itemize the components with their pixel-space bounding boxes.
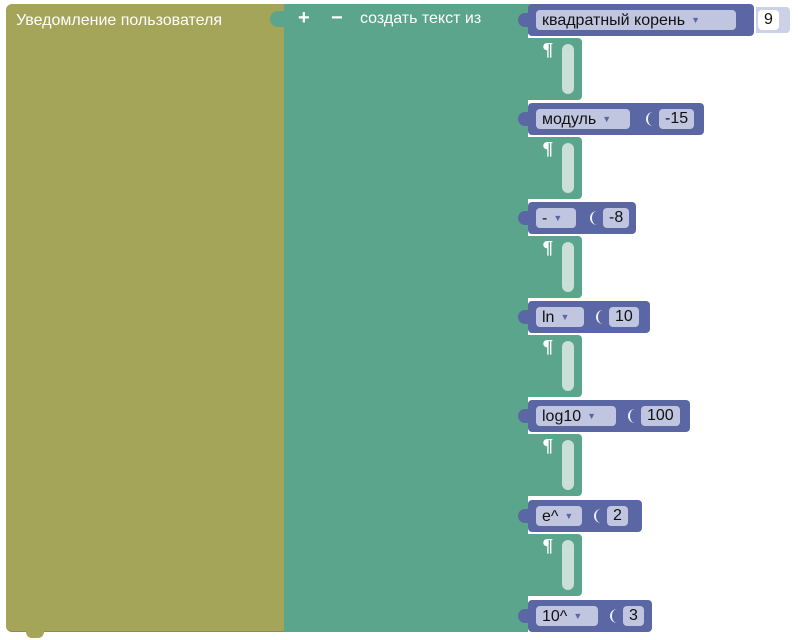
pilcrow-icon: ¶ bbox=[542, 337, 554, 358]
operator-dropdown[interactable]: e^ ▼ bbox=[536, 506, 582, 526]
number-value[interactable]: 100 bbox=[641, 406, 680, 426]
operator-label: 10^ bbox=[542, 608, 568, 625]
math-block-negate[interactable]: - ▼ -8 bbox=[518, 202, 636, 234]
number-socket: -15 bbox=[646, 106, 702, 132]
number-value[interactable]: 3 bbox=[623, 606, 644, 626]
text-block[interactable]: ¶ bbox=[518, 335, 582, 397]
block-connector bbox=[518, 540, 528, 554]
number-block[interactable]: 9 bbox=[756, 7, 790, 33]
alert-label: Уведомление пользователя bbox=[16, 12, 223, 29]
alert-input-connector bbox=[270, 11, 284, 27]
text-field[interactable] bbox=[562, 242, 574, 292]
operator-dropdown[interactable]: ln ▼ bbox=[536, 307, 584, 327]
block-connector bbox=[518, 242, 528, 256]
text-field[interactable] bbox=[562, 44, 574, 94]
alert-block[interactable]: Уведомление пользователя bbox=[6, 4, 286, 638]
block-connector bbox=[518, 409, 528, 423]
number-socket: 2 bbox=[594, 503, 640, 529]
math-block-log10[interactable]: log10 ▼ 100 bbox=[518, 400, 690, 432]
remove-input-button[interactable]: − bbox=[331, 7, 343, 29]
block-connector bbox=[518, 211, 528, 225]
join-label: создать текст из bbox=[360, 10, 482, 27]
block-connector bbox=[518, 143, 528, 157]
chevron-down-icon: ▼ bbox=[602, 114, 612, 124]
text-field[interactable] bbox=[562, 540, 574, 590]
socket-connector bbox=[594, 509, 604, 523]
pilcrow-icon: ¶ bbox=[542, 536, 554, 557]
chevron-down-icon: ▼ bbox=[553, 213, 563, 223]
math-block-pow10[interactable]: 10^ ▼ 3 bbox=[518, 600, 652, 632]
pilcrow-icon: ¶ bbox=[542, 40, 554, 61]
number-value[interactable]: 9 bbox=[758, 10, 779, 30]
math-block-ln[interactable]: ln ▼ 10 bbox=[518, 301, 650, 333]
number-socket: -8 bbox=[590, 205, 634, 231]
text-block[interactable]: ¶ bbox=[518, 38, 582, 100]
block-connector bbox=[518, 341, 528, 355]
number-value[interactable]: 2 bbox=[607, 506, 628, 526]
operator-dropdown[interactable]: модуль ▼ bbox=[536, 109, 630, 129]
number-value[interactable]: -8 bbox=[603, 208, 630, 228]
operator-dropdown[interactable]: log10 ▼ bbox=[536, 406, 616, 426]
operator-label: квадратный корень bbox=[542, 12, 686, 29]
operator-label: e^ bbox=[542, 508, 559, 525]
math-block-abs[interactable]: модуль ▼ -15 bbox=[518, 103, 704, 135]
operator-dropdown[interactable]: - ▼ bbox=[536, 208, 576, 228]
operator-dropdown[interactable]: квадратный корень ▼ bbox=[536, 10, 736, 30]
number-socket: 10 bbox=[596, 304, 648, 330]
block-connector bbox=[518, 13, 528, 27]
chevron-down-icon: ▼ bbox=[587, 411, 597, 421]
block-connector bbox=[518, 440, 528, 454]
socket-connector bbox=[628, 409, 638, 423]
operator-label: log10 bbox=[542, 408, 582, 425]
chevron-down-icon: ▼ bbox=[560, 312, 570, 322]
alert-next-connector bbox=[26, 630, 44, 638]
chevron-down-icon: ▼ bbox=[573, 611, 583, 621]
text-field[interactable] bbox=[562, 143, 574, 193]
operator-label: - bbox=[542, 210, 548, 227]
operator-label: ln bbox=[542, 309, 555, 326]
block-connector bbox=[518, 509, 528, 523]
block-connector bbox=[518, 609, 528, 623]
text-field[interactable] bbox=[562, 341, 574, 391]
block-connector bbox=[518, 112, 528, 126]
text-field[interactable] bbox=[562, 440, 574, 490]
math-block-exp[interactable]: e^ ▼ 2 bbox=[518, 500, 642, 532]
number-socket: 3 bbox=[610, 603, 650, 629]
operator-label: модуль bbox=[542, 111, 597, 128]
text-block[interactable]: ¶ bbox=[518, 434, 582, 496]
socket-connector bbox=[590, 211, 600, 225]
pilcrow-icon: ¶ bbox=[542, 238, 554, 259]
block-connector bbox=[518, 44, 528, 58]
number-value[interactable]: 10 bbox=[609, 307, 639, 327]
socket-connector bbox=[646, 112, 656, 126]
number-value[interactable]: -15 bbox=[659, 109, 695, 129]
pilcrow-icon: ¶ bbox=[542, 139, 554, 160]
add-input-button[interactable]: + bbox=[298, 7, 310, 29]
math-block-sqrt[interactable]: квадратный корень ▼ bbox=[518, 4, 754, 36]
socket-connector bbox=[596, 310, 606, 324]
text-block[interactable]: ¶ bbox=[518, 137, 582, 199]
text-block[interactable]: ¶ bbox=[518, 534, 582, 596]
number-socket: 100 bbox=[628, 403, 688, 429]
chevron-down-icon: ▼ bbox=[691, 15, 701, 25]
chevron-down-icon: ▼ bbox=[564, 511, 574, 521]
text-block[interactable]: ¶ bbox=[518, 236, 582, 298]
socket-connector bbox=[610, 609, 620, 623]
operator-dropdown[interactable]: 10^ ▼ bbox=[536, 606, 598, 626]
pilcrow-icon: ¶ bbox=[542, 436, 554, 457]
join-text-block[interactable] bbox=[284, 4, 528, 632]
block-connector bbox=[518, 310, 528, 324]
